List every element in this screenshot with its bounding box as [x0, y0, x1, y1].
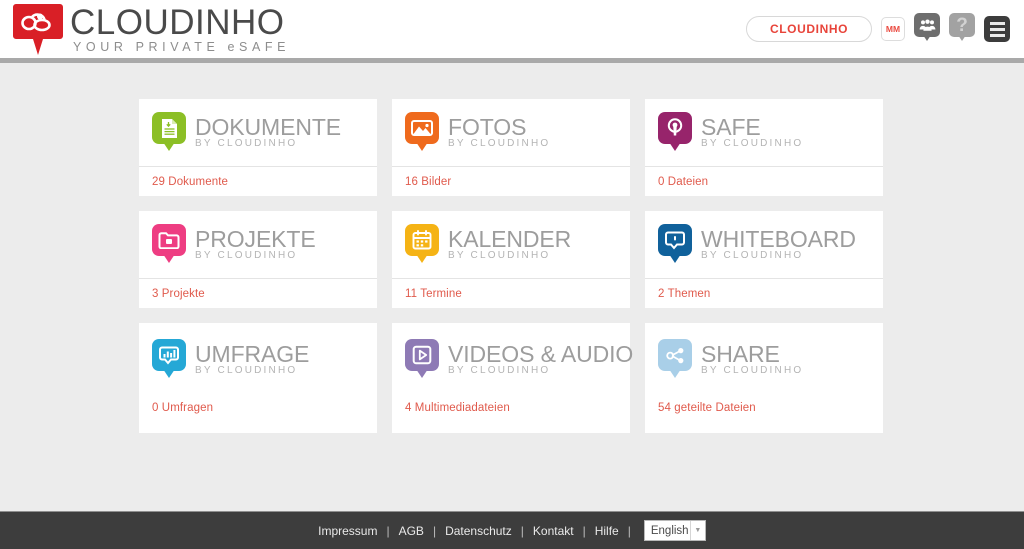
card-subtitle: BY CLOUDINHO	[701, 365, 803, 377]
folder-icon	[152, 224, 186, 265]
card-footer: 4 Multimediadateien	[392, 396, 630, 433]
card-count: 2 Themen	[658, 288, 710, 300]
share-nodes-icon	[658, 339, 692, 380]
app-footer: Impressum | AGB | Datenschutz | Kontakt …	[0, 511, 1024, 549]
footer-separator: |	[433, 524, 436, 538]
card-header: KALENDER BY CLOUDINHO	[392, 211, 630, 278]
main-content: DOKUMENTE BY CLOUDINHO 29 Dokumente	[0, 63, 1024, 511]
footer-link-agb[interactable]: AGB	[399, 524, 424, 538]
card-header: UMFRAGE BY CLOUDINHO	[139, 323, 377, 396]
card-subtitle: BY CLOUDINHO	[195, 365, 309, 377]
brand-title: CLOUDINHO	[70, 5, 290, 41]
contacts-button[interactable]	[914, 13, 940, 45]
card-header: VIDEOS & AUDIO BY CLOUDINHO	[392, 323, 630, 396]
card-count: 0 Umfragen	[152, 402, 213, 414]
user-initials-button[interactable]: MM	[881, 17, 905, 41]
card-count: 16 Bilder	[405, 176, 451, 188]
app-header: CLOUDINHO YOUR PRIVATE eSAFE CLOUDINHO M…	[0, 0, 1024, 58]
header-actions: CLOUDINHO MM ?	[746, 13, 1024, 45]
card-count: 54 geteilte Dateien	[658, 402, 756, 414]
hamburger-menu-icon[interactable]	[984, 16, 1010, 42]
app-card-dokumente[interactable]: DOKUMENTE BY CLOUDINHO 29 Dokumente	[139, 99, 377, 196]
card-subtitle: BY CLOUDINHO	[701, 138, 803, 150]
language-select[interactable]: English ▼	[644, 520, 706, 541]
poll-chart-icon	[152, 339, 186, 380]
card-footer: 0 Dateien	[645, 166, 883, 196]
document-icon	[152, 112, 186, 153]
card-footer: 16 Bilder	[392, 166, 630, 196]
card-header: WHITEBOARD BY CLOUDINHO	[645, 211, 883, 278]
footer-link-datenschutz[interactable]: Datenschutz	[445, 524, 512, 538]
question-mark-icon: ?	[949, 13, 975, 37]
brand-subtitle: YOUR PRIVATE eSAFE	[70, 40, 290, 54]
app-card-projekte[interactable]: PROJEKTE BY CLOUDINHO 3 Projekte	[139, 211, 377, 308]
card-header: SHARE BY CLOUDINHO	[645, 323, 883, 396]
card-title: PROJEKTE	[195, 227, 316, 251]
calendar-icon	[405, 224, 439, 265]
card-footer: 0 Umfragen	[139, 396, 377, 433]
app-card-fotos[interactable]: FOTOS BY CLOUDINHO 16 Bilder	[392, 99, 630, 196]
card-count: 4 Multimediadateien	[405, 402, 510, 414]
speech-bubble-icon	[658, 224, 692, 265]
card-title: DOKUMENTE	[195, 115, 341, 139]
card-footer: 11 Termine	[392, 278, 630, 308]
card-count: 11 Termine	[405, 288, 462, 300]
footer-link-hilfe[interactable]: Hilfe	[595, 524, 619, 538]
play-triangle-icon	[405, 339, 439, 380]
card-title: FOTOS	[448, 115, 550, 139]
app-card-share[interactable]: SHARE BY CLOUDINHO 54 geteilte Dateien	[645, 323, 883, 433]
card-header: SAFE BY CLOUDINHO	[645, 99, 883, 166]
card-title: UMFRAGE	[195, 342, 309, 366]
chevron-down-icon: ▼	[690, 521, 705, 540]
card-footer: 54 geteilte Dateien	[645, 396, 883, 433]
card-title: SAFE	[701, 115, 803, 139]
card-subtitle: BY CLOUDINHO	[448, 138, 550, 150]
keyhole-lock-icon	[658, 112, 692, 153]
app-card-kalender[interactable]: KALENDER BY CLOUDINHO 11 Termine	[392, 211, 630, 308]
card-header: PROJEKTE BY CLOUDINHO	[139, 211, 377, 278]
cloud-heart-logo	[12, 1, 64, 57]
pin-tail	[958, 35, 966, 41]
app-card-safe[interactable]: SAFE BY CLOUDINHO 0 Dateien	[645, 99, 883, 196]
footer-link-kontakt[interactable]: Kontakt	[533, 524, 574, 538]
app-card-whiteboard[interactable]: WHITEBOARD BY CLOUDINHO 2 Themen	[645, 211, 883, 308]
pin-tail	[923, 35, 931, 41]
app-card-umfrage[interactable]: UMFRAGE BY CLOUDINHO 0 Umfragen	[139, 323, 377, 433]
help-button[interactable]: ?	[949, 13, 975, 45]
page-root: CLOUDINHO YOUR PRIVATE eSAFE CLOUDINHO M…	[0, 0, 1024, 549]
footer-link-impressum[interactable]: Impressum	[318, 524, 377, 538]
card-footer: 2 Themen	[645, 278, 883, 308]
brand-logo[interactable]: CLOUDINHO YOUR PRIVATE eSAFE	[0, 1, 290, 57]
card-footer: 29 Dokumente	[139, 166, 377, 196]
footer-separator: |	[628, 524, 631, 538]
group-users-icon	[914, 13, 940, 37]
card-count: 3 Projekte	[152, 288, 205, 300]
footer-separator: |	[386, 524, 389, 538]
card-header: DOKUMENTE BY CLOUDINHO	[139, 99, 377, 166]
card-count: 29 Dokumente	[152, 176, 228, 188]
card-title: WHITEBOARD	[701, 227, 856, 251]
language-select-value: English	[645, 525, 689, 537]
card-title: VIDEOS & AUDIO	[448, 342, 633, 366]
cloudinho-pill-button[interactable]: CLOUDINHO	[746, 16, 872, 42]
card-count: 0 Dateien	[658, 176, 708, 188]
photo-mountain-icon	[405, 112, 439, 153]
footer-separator: |	[583, 524, 586, 538]
card-footer: 3 Projekte	[139, 278, 377, 308]
app-card-grid: DOKUMENTE BY CLOUDINHO 29 Dokumente	[139, 99, 885, 433]
card-header: FOTOS BY CLOUDINHO	[392, 99, 630, 166]
card-title: SHARE	[701, 342, 803, 366]
app-card-videos-audio[interactable]: VIDEOS & AUDIO BY CLOUDINHO 4 Multimedia…	[392, 323, 630, 433]
footer-separator: |	[521, 524, 524, 538]
card-title: KALENDER	[448, 227, 571, 251]
